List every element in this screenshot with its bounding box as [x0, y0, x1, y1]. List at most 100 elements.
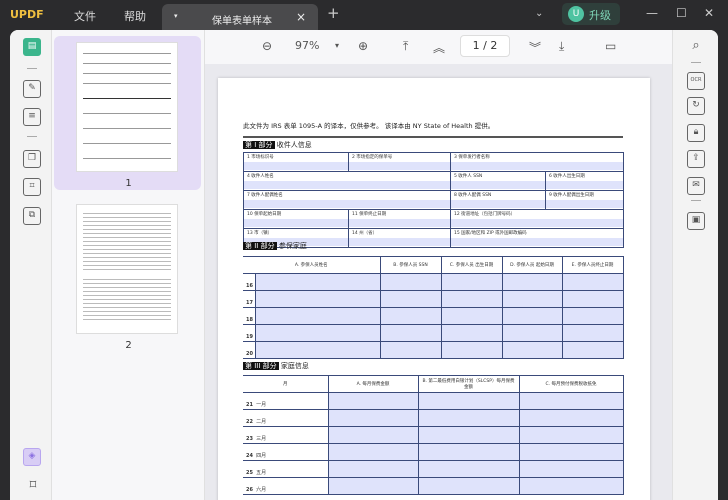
form-cell[interactable]	[327, 426, 419, 444]
reader-mode-icon[interactable]: ▤	[23, 38, 41, 56]
chevron-down-icon[interactable]: ⌄	[535, 8, 543, 19]
form-cell[interactable]	[379, 273, 442, 291]
form-cell[interactable]	[518, 392, 624, 410]
form-cell[interactable]	[254, 324, 381, 342]
form-cell[interactable]	[379, 341, 442, 359]
new-tab-icon[interactable]: +	[327, 4, 340, 22]
row-label-cell: 24 四月	[243, 443, 329, 461]
form-cell[interactable]	[501, 324, 563, 342]
form-cell[interactable]	[440, 273, 503, 291]
form-cell[interactable]	[254, 341, 381, 359]
field-input[interactable]	[244, 162, 348, 170]
form-cell[interactable]	[501, 341, 563, 359]
document-tab[interactable]: ▾ 保单表单样本 ×	[162, 4, 318, 30]
form-cell[interactable]	[379, 290, 442, 308]
form-cell[interactable]	[518, 409, 624, 427]
organize-pages-icon[interactable]: ❐	[23, 150, 41, 168]
form-cell[interactable]	[501, 273, 563, 291]
field-input[interactable]	[349, 238, 450, 246]
save-icon[interactable]: ▣	[687, 212, 705, 230]
field-input[interactable]	[451, 162, 624, 170]
zoom-out-icon[interactable]: ⊖	[262, 39, 272, 53]
form-cell[interactable]	[327, 477, 419, 495]
form-cell[interactable]	[379, 307, 442, 325]
form-cell[interactable]	[440, 307, 503, 325]
share-icon[interactable]: ⇪	[687, 150, 705, 168]
form-cell[interactable]	[518, 477, 624, 495]
thumbnail-page-2[interactable]	[76, 204, 178, 334]
protect-icon[interactable]: 🔒︎	[687, 124, 705, 142]
form-cell[interactable]	[327, 460, 419, 478]
redact-icon[interactable]: ⧉	[23, 207, 41, 225]
field-input[interactable]	[546, 200, 624, 208]
main-area: ▤ ✎ ≡ ❐ ⌗ ⧉ ◈ ⌑ 1 2 ⊖ 97% ▾ ⊕ ⤒ ︽ 1 / 2 …	[10, 30, 718, 500]
field-input[interactable]	[244, 219, 348, 227]
field-input[interactable]	[451, 200, 545, 208]
form-cell[interactable]	[561, 324, 624, 342]
field-input[interactable]	[451, 181, 545, 189]
field-label: 15 国家/地区和 ZIP 或外国邮政编码	[454, 231, 527, 236]
close-window-icon[interactable]: ✕	[704, 6, 714, 20]
previous-page-icon[interactable]: ︽	[433, 39, 445, 56]
form-cell[interactable]	[501, 307, 563, 325]
zoom-in-icon[interactable]: ⊕	[358, 39, 368, 53]
menu-file[interactable]: 文件	[74, 8, 96, 24]
month-label: 二月	[256, 419, 267, 425]
field-input[interactable]	[244, 200, 450, 208]
ocr-icon[interactable]: OCR	[687, 72, 705, 90]
form-cell[interactable]	[518, 443, 624, 461]
highlighter-icon[interactable]: ✎	[23, 80, 41, 98]
form-cell[interactable]	[254, 307, 381, 325]
upgrade-button[interactable]: U 升级	[562, 3, 620, 25]
minimize-icon[interactable]: —	[646, 6, 658, 20]
page-number-input[interactable]: 1 / 2	[460, 35, 510, 57]
form-cell[interactable]	[417, 426, 520, 444]
crop-icon[interactable]: ⌗	[23, 178, 41, 196]
last-page-icon[interactable]: ⤓	[559, 39, 564, 54]
zoom-level[interactable]: 97%	[295, 39, 319, 52]
form-cell[interactable]	[440, 341, 503, 359]
layers-icon[interactable]: ◈	[23, 448, 41, 466]
field-input[interactable]	[244, 181, 450, 189]
form-cell[interactable]	[561, 273, 624, 291]
field-input[interactable]	[349, 219, 450, 227]
part1-tag: 第 I 部分	[243, 141, 275, 149]
field-input[interactable]	[349, 162, 450, 170]
edit-pdf-icon[interactable]: ≡	[23, 108, 41, 126]
form-cell[interactable]	[417, 409, 520, 427]
form-cell[interactable]	[518, 426, 624, 444]
bookmark-icon[interactable]: ⌑	[24, 478, 42, 496]
form-cell[interactable]	[501, 290, 563, 308]
convert-icon[interactable]: ↻	[687, 97, 705, 115]
form-cell[interactable]	[561, 290, 624, 308]
comment-icon[interactable]: ▭	[605, 39, 616, 53]
menu-help[interactable]: 帮助	[124, 8, 146, 24]
form-cell[interactable]	[327, 392, 419, 410]
form-cell[interactable]	[440, 290, 503, 308]
form-cell[interactable]	[518, 460, 624, 478]
field-input[interactable]	[546, 181, 624, 189]
form-cell[interactable]	[417, 443, 520, 461]
field-input[interactable]	[451, 219, 624, 227]
maximize-icon[interactable]: ☐	[676, 6, 687, 20]
email-icon[interactable]: ✉	[687, 177, 705, 195]
field-input[interactable]	[451, 238, 624, 246]
form-cell[interactable]	[561, 307, 624, 325]
form-cell[interactable]	[561, 341, 624, 359]
form-cell[interactable]	[379, 324, 442, 342]
search-icon[interactable]: ⌕	[687, 38, 705, 56]
zoom-dropdown-icon[interactable]: ▾	[335, 41, 339, 50]
form-cell[interactable]	[440, 324, 503, 342]
form-cell[interactable]	[254, 273, 381, 291]
form-cell[interactable]	[327, 409, 419, 427]
tab-dropdown-icon[interactable]: ▾	[174, 12, 178, 20]
close-tab-icon[interactable]: ×	[296, 10, 306, 24]
thumbnail-page-1[interactable]	[76, 42, 178, 172]
form-cell[interactable]	[254, 290, 381, 308]
form-cell[interactable]	[417, 460, 520, 478]
form-cell[interactable]	[417, 477, 520, 495]
first-page-icon[interactable]: ⤒	[403, 39, 408, 54]
next-page-icon[interactable]: ︾	[529, 39, 541, 56]
form-cell[interactable]	[327, 443, 419, 461]
form-cell[interactable]	[417, 392, 520, 410]
